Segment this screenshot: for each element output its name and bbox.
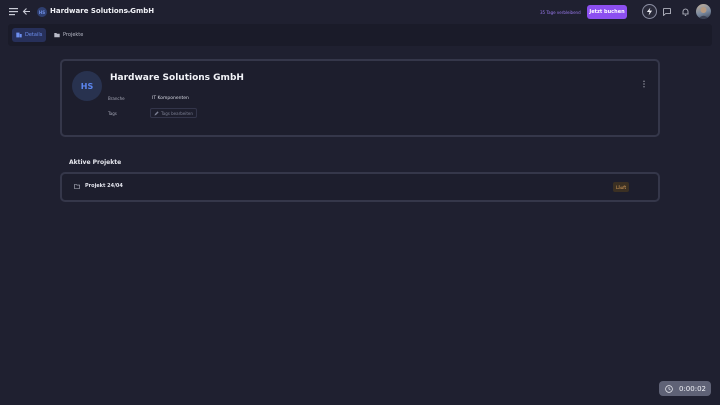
project-name: Projekt 24/04 — [85, 183, 123, 189]
top-bar: HS Hardware Solutions GmbH 35 Tage verbl… — [0, 0, 720, 24]
tab-bar: Details Projekte — [8, 24, 712, 46]
company-avatar-small: HS — [37, 7, 47, 17]
tab-details[interactable]: Details — [12, 28, 47, 42]
active-projects-heading: Aktive Projekte — [69, 159, 122, 166]
list-item[interactable]: Projekt 24/04 — [74, 183, 123, 189]
details-icon — [16, 32, 22, 38]
tab-details-label: Details — [25, 32, 43, 38]
chevron-down-icon[interactable] — [126, 9, 132, 14]
company-switcher[interactable]: Hardware Solutions GmbH — [50, 7, 154, 15]
timer-value: 0:00:02 — [679, 384, 706, 393]
company-title: Hardware Solutions GmbH — [110, 73, 244, 83]
menu-icon[interactable] — [9, 7, 18, 16]
edit-tags-label: Tags bearbeiten — [161, 110, 193, 116]
company-avatar: HS — [72, 71, 102, 101]
branche-label: Branche — [108, 96, 125, 101]
chat-icon[interactable] — [663, 8, 671, 16]
project-row-card[interactable]: Projekt 24/04 Läuft — [60, 172, 660, 202]
timer-widget[interactable]: 0:00:02 — [659, 381, 711, 396]
book-now-button[interactable]: Jetzt buchen — [587, 5, 627, 19]
back-icon[interactable] — [22, 7, 31, 16]
bolt-icon[interactable] — [642, 4, 657, 19]
folder-icon — [74, 183, 80, 189]
bell-icon[interactable] — [682, 8, 689, 16]
tab-projects-label: Projekte — [63, 32, 84, 38]
branche-value: IT Komponenten — [152, 96, 189, 101]
tags-label: Tags — [108, 111, 117, 116]
kebab-icon[interactable] — [642, 73, 646, 88]
timer-icon[interactable] — [665, 384, 673, 393]
tab-projects[interactable]: Projekte — [50, 28, 87, 42]
user-avatar[interactable] — [696, 4, 711, 19]
company-card: HS Hardware Solutions GmbH Branche IT Ko… — [60, 59, 660, 137]
folder-icon — [54, 33, 60, 38]
trial-remaining-link[interactable]: 35 Tage verbleibend — [540, 10, 581, 15]
edit-tags-button[interactable]: Tags bearbeiten — [150, 108, 197, 118]
pencil-icon — [154, 110, 159, 115]
status-badge: Läuft — [613, 182, 630, 192]
